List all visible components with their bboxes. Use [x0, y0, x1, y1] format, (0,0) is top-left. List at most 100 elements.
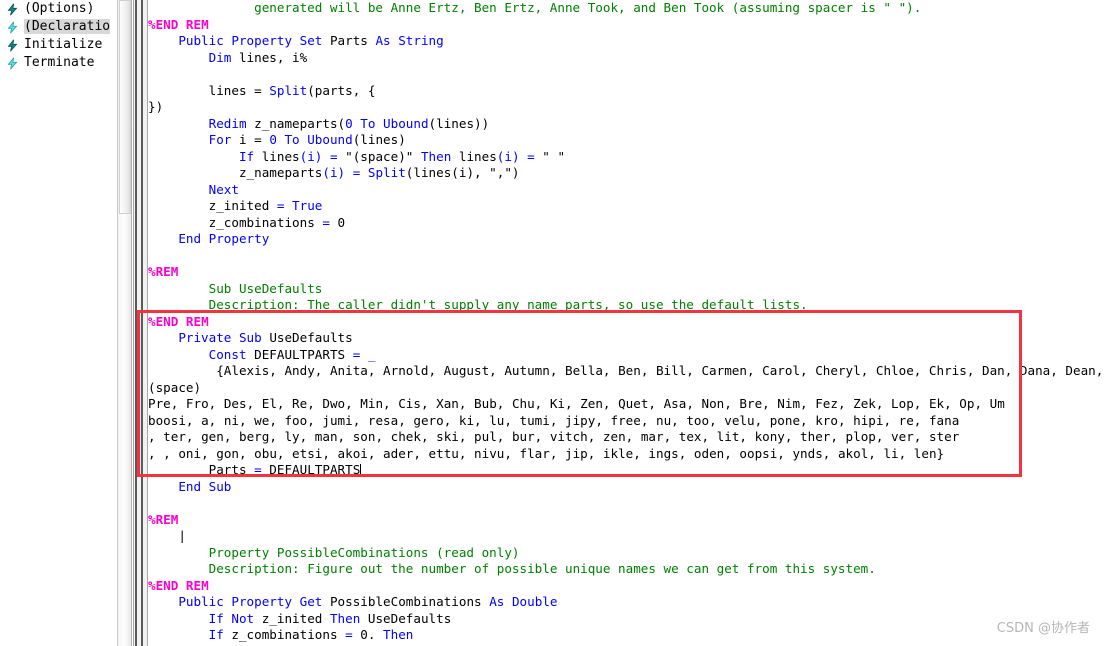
code-token: (lines) [352, 132, 406, 147]
code-token: generated will be Anne Ertz, Ben Ertz, A… [254, 0, 922, 15]
lightning-bolt-icon [6, 39, 19, 52]
code-token: z_inited [208, 198, 277, 213]
outline-list: (Options) (Declaratio Initialize Terminate [0, 0, 117, 72]
code-line: boosi, a, ni, we, foo, jumi, resa, gero,… [148, 413, 1106, 430]
outline-item-label: (Options) [24, 1, 95, 16]
code-editor-pane[interactable]: generated will be Anne Ertz, Ben Ertz, A… [148, 0, 1106, 646]
code-token: 0 To Ubound [345, 115, 429, 131]
code-token: End Sub [178, 478, 232, 494]
code-token: , ter, gen, berg, ly, man, son, chek, sk… [148, 429, 960, 444]
code-line: lines = Split(parts, { [148, 83, 1106, 100]
code-token: Then [420, 148, 459, 164]
code-token: UseDefaults [269, 330, 353, 345]
outline-vertical-scrollbar[interactable] [117, 0, 132, 646]
code-token: If Not [208, 610, 262, 626]
code-line: , ter, gen, berg, ly, man, son, chek, sk… [148, 429, 1106, 446]
code-token: = [322, 214, 338, 230]
code-token: Split [269, 82, 308, 98]
code-line: %REM [148, 264, 1106, 281]
code-token: Parts [208, 462, 255, 477]
outline-item-initialize[interactable]: Initialize [0, 36, 117, 54]
code-line: If lines(i) = "(space)" Then lines(i) = … [148, 149, 1106, 166]
outline-item-declaratio[interactable]: (Declaratio [0, 18, 117, 36]
code-line: , , oni, gon, obu, etsi, akoi, ader, ett… [148, 446, 1106, 463]
code-token: z_nameparts [238, 165, 323, 180]
code-token: Property PossibleCombinations (read only… [208, 544, 520, 560]
code-line: For i = 0 To Ubound(lines) [148, 132, 1106, 149]
lightning-bolt-icon [6, 57, 19, 70]
code-line: Sub UseDefaults [148, 281, 1106, 298]
code-token: = True [276, 198, 323, 213]
code-token: %REM [148, 264, 179, 279]
code-token: " " [542, 148, 566, 164]
outline-item-options[interactable]: (Options) [0, 0, 117, 18]
outline-pane: (Options) (Declaratio Initialize Terminate [0, 0, 117, 646]
code-token: Public Property Get [178, 594, 330, 609]
code-token: (i) = [299, 148, 346, 164]
code-token: As Double [489, 594, 558, 609]
code-token: i = [238, 132, 270, 147]
lightning-bolt-icon [6, 21, 19, 34]
code-token: Sub UseDefaults [208, 280, 323, 296]
code-token: (parts, { [307, 82, 376, 98]
code-line: If z_combinations = 0. Then [148, 627, 1106, 644]
lightning-bolt-icon [6, 3, 19, 16]
outline-item-terminate[interactable]: Terminate [0, 54, 117, 72]
code-token: %END REM [148, 577, 209, 593]
code-token: {Alexis, Andy, Anita, Arnold, August, Au… [216, 363, 1104, 378]
code-token: = _ [352, 346, 376, 362]
code-line: Public Property Set Parts As String [148, 33, 1106, 50]
code-line: Dim lines, i% [148, 50, 1106, 67]
code-line: Private Sub UseDefaults [148, 330, 1106, 347]
code-line: Parts = DEFAULTPARTS [148, 462, 1106, 479]
code-token: lines [458, 148, 497, 164]
splitter-bar-2 [141, 0, 143, 646]
code-token: Then [383, 627, 414, 642]
code-line: End Sub [148, 479, 1106, 496]
code-token: lines, i% [238, 49, 308, 65]
code-token: %REM [148, 511, 179, 527]
outline-item-label: Terminate [24, 55, 95, 70]
code-line: End Property [148, 231, 1106, 248]
code-token: For [208, 132, 239, 147]
csdn-watermark: CSDN @协作者 [996, 621, 1090, 636]
outline-item-label: Initialize [24, 37, 103, 52]
code-token: PossibleCombinations [329, 594, 490, 609]
code-token: 0 [337, 214, 346, 230]
code-token: (i) = [496, 148, 543, 164]
code-line: }) [148, 99, 1106, 116]
code-token: (space) [148, 379, 202, 395]
code-token: Pre, Fro, Des, El, Re, Dwo, Min, Cis, Xa… [148, 396, 1005, 411]
scrollbar-thumb[interactable] [119, 0, 131, 214]
code-line: Description: Figure out the number of po… [148, 561, 1106, 578]
code-token: lines [261, 148, 300, 164]
code-token: DEFAULTPARTS [254, 346, 353, 362]
code-token: (i) = [322, 165, 368, 180]
code-line: Const DEFAULTPARTS = _ [148, 347, 1106, 364]
code-token: If [208, 627, 232, 642]
code-token: %END REM [148, 313, 209, 329]
code-token: z_nameparts( [254, 115, 346, 131]
code-text[interactable]: generated will be Anne Ertz, Ben Ertz, A… [148, 0, 1106, 646]
code-token: Public Property Set [178, 33, 330, 48]
code-line: %REM [148, 512, 1106, 529]
code-token: Then [329, 610, 368, 626]
code-token: Redim [208, 115, 255, 131]
code-token: Description: Figure out the number of po… [208, 561, 876, 576]
pane-splitter[interactable] [133, 0, 148, 646]
text-caret [360, 464, 362, 476]
splitter-edge-left [133, 0, 134, 646]
code-token: (lines(i), ",") [405, 165, 520, 180]
code-token: = [254, 462, 270, 477]
code-token: z_inited [261, 610, 330, 626]
code-token: 0. [360, 627, 384, 642]
code-token: z_combinations [208, 214, 323, 230]
code-token: boosi, a, ni, we, foo, jumi, resa, gero,… [148, 412, 960, 428]
code-line: Next [148, 182, 1106, 199]
code-token: Const [208, 346, 255, 362]
code-token: z_combinations [231, 627, 346, 642]
code-line: z_combinations = 0 [148, 215, 1106, 232]
code-token: Next [208, 181, 239, 197]
